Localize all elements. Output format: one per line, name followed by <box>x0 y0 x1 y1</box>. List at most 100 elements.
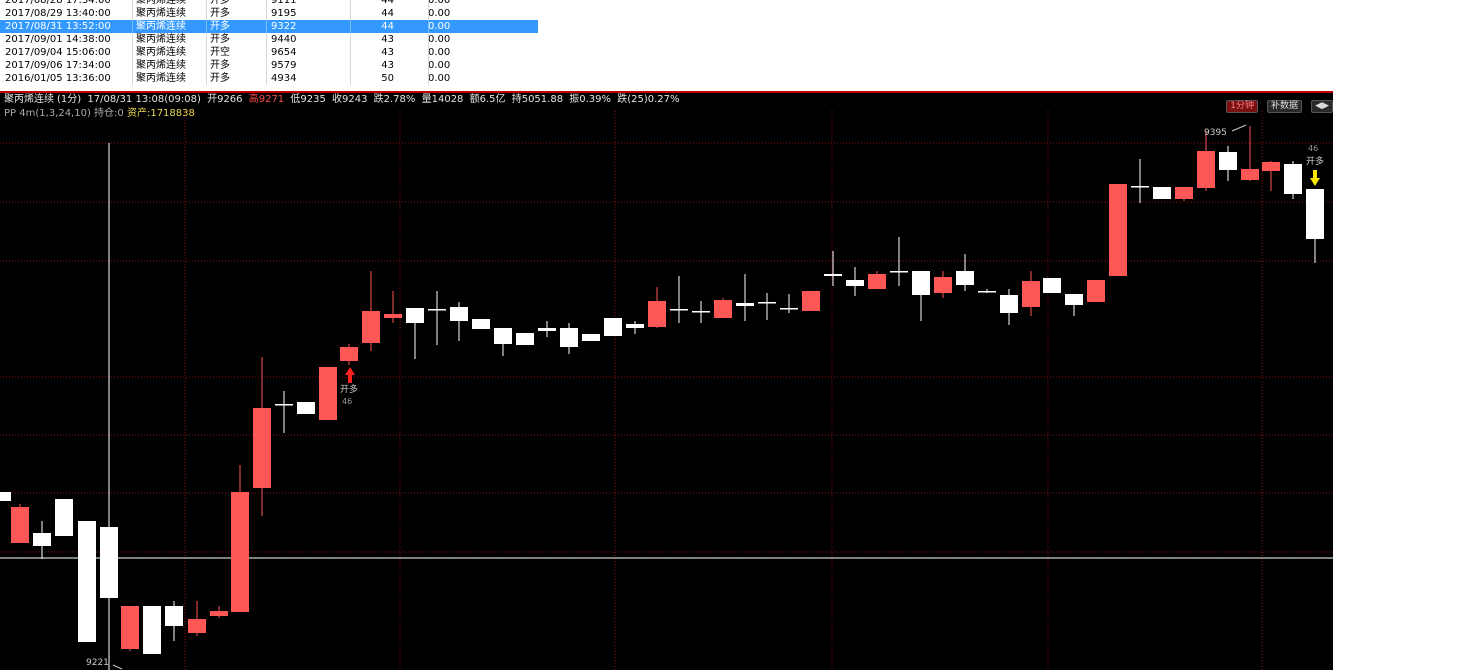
candle-up <box>648 301 666 327</box>
trade-cell-price: 4934 <box>271 73 297 84</box>
quote-info-bar: 聚丙烯连续 (1分) 17/08/31 13:08(09:08) 开9266 高9… <box>4 94 683 106</box>
column-separator <box>206 0 207 7</box>
volume: 量14028 <box>421 94 464 105</box>
column-separator <box>206 59 207 72</box>
trade-cell-fee: 0.00 <box>428 73 451 84</box>
candlestick-plot <box>0 111 1333 670</box>
datetime-label: 17/08/31 13:08(09:08) <box>87 94 201 105</box>
candle-up <box>802 291 820 311</box>
column-separator <box>266 20 267 33</box>
blank-area <box>1333 91 1458 670</box>
candle-down <box>450 307 468 321</box>
candle-up <box>319 367 337 420</box>
trade-cell-fee: 0.00 <box>428 60 451 71</box>
candle-down <box>275 404 293 406</box>
candle-down <box>824 274 842 276</box>
trade-row[interactable]: 2017/08/28 17:34:00 聚丙烯连续 开多 9111 44 0.00 <box>0 0 538 7</box>
column-separator <box>132 59 133 72</box>
candle-down <box>428 309 446 311</box>
symbol-name: 聚丙烯连续 <box>4 94 54 105</box>
column-separator <box>266 7 267 20</box>
candle-up <box>362 311 380 343</box>
candle-down <box>846 280 864 286</box>
column-separator <box>266 46 267 59</box>
trade-cell-fee: 0.00 <box>428 0 451 6</box>
yellow-down-arrow-icon <box>1310 170 1320 186</box>
column-separator <box>428 33 429 46</box>
column-separator <box>428 72 429 85</box>
candle-down <box>1065 294 1083 305</box>
candle-down <box>55 499 73 536</box>
trade-history-table: 2017/08/28 17:34:00 聚丙烯连续 开多 9111 44 0.00 2017… <box>0 0 538 91</box>
trade-cell-action: 开空 <box>210 47 230 58</box>
column-separator <box>350 59 351 72</box>
trade-cell-action: 开多 <box>210 34 230 45</box>
trade-row[interactable]: 2016/01/05 13:36:00 聚丙烯连续 开多 4934 50 0.00 <box>0 72 538 85</box>
period-button[interactable]: 1分钟 <box>1226 100 1258 113</box>
column-separator <box>132 33 133 46</box>
trade-cell-fee: 0.00 <box>428 34 451 45</box>
candle-up <box>1241 169 1259 180</box>
strategy-name: PP 4m(1,3,24,10) <box>4 108 91 119</box>
strategy-info-bar: PP 4m(1,3,24,10) 持仓:0 资产:1718838 <box>4 108 195 120</box>
trade-cell-qty: 50 <box>381 73 394 84</box>
trade-row[interactable]: 2017/08/31 13:52:00 聚丙烯连续 开多 9322 44 0.00 <box>0 20 538 33</box>
candle-down <box>0 492 11 501</box>
candle-up <box>1262 162 1280 171</box>
close-price: 收9243 <box>332 94 368 105</box>
candle-up <box>714 300 732 318</box>
candle-up <box>1109 184 1127 276</box>
candle-up <box>384 314 402 318</box>
candle-up <box>11 507 29 543</box>
trade-row[interactable]: 2017/09/04 15:06:00 聚丙烯连续 开空 9654 43 0.00 <box>0 46 538 59</box>
signal-qty-label: 46 <box>1308 144 1319 153</box>
red-up-arrow-icon <box>345 367 355 383</box>
candle-down <box>297 402 315 414</box>
chart-toolbar: 1分钟 补数据 ◀▶ <box>1222 93 1333 113</box>
trade-cell-action: 开多 <box>210 73 230 84</box>
period-label: (1分) <box>57 94 82 105</box>
trade-cell-action: 开多 <box>210 0 230 6</box>
trade-cell-price: 9440 <box>271 34 297 45</box>
candle-down <box>890 271 908 273</box>
column-separator <box>266 0 267 7</box>
trade-cell-time: 2017/08/29 13:40:00 <box>5 8 111 19</box>
amount: 额6.5亿 <box>469 94 506 105</box>
trade-cell-action: 开多 <box>210 21 230 32</box>
candle-up <box>210 611 228 616</box>
high-label-leader <box>1231 124 1247 132</box>
change-percent: 跌2.78% <box>373 94 416 105</box>
column-separator <box>132 46 133 59</box>
trade-cell-qty: 44 <box>381 21 394 32</box>
candle-up <box>231 492 249 612</box>
column-separator <box>266 59 267 72</box>
trade-cell-qty: 44 <box>381 8 394 19</box>
column-separator <box>428 20 429 33</box>
trade-cell-price: 9322 <box>271 21 297 32</box>
trade-cell-contract: 聚丙烯连续 <box>136 21 186 32</box>
column-separator <box>206 33 207 46</box>
signal-qty-label: 46 <box>342 397 353 406</box>
column-separator <box>206 7 207 20</box>
column-separator <box>350 46 351 59</box>
trade-row[interactable]: 2017/09/01 14:38:00 聚丙烯连续 开多 9440 43 0.00 <box>0 33 538 46</box>
candle-down <box>494 328 512 344</box>
candle-up <box>121 606 139 649</box>
candle-down <box>1306 189 1324 239</box>
fill-data-button[interactable]: 补数据 <box>1267 100 1303 113</box>
candle-down <box>912 271 930 295</box>
trade-row[interactable]: 2017/09/06 17:34:00 聚丙烯连续 开多 9579 43 0.00 <box>0 59 538 72</box>
candle-down <box>1219 152 1237 170</box>
candle-up <box>934 277 952 293</box>
trade-cell-contract: 聚丙烯连续 <box>136 60 186 71</box>
candle-up <box>1197 151 1215 188</box>
candle-down <box>143 606 161 654</box>
candlestick-chart[interactable]: 聚丙烯连续 (1分) 17/08/31 13:08(09:08) 开9266 高9… <box>0 91 1333 670</box>
candle-up <box>188 619 206 633</box>
trade-row[interactable]: 2017/08/29 13:40:00 聚丙烯连续 开多 9195 44 0.00 <box>0 7 538 20</box>
trade-cell-qty: 44 <box>381 0 394 6</box>
scroll-arrows-button[interactable]: ◀▶ <box>1311 100 1333 113</box>
signal-label-open-long: 开多 <box>1306 157 1325 167</box>
candle-down <box>1000 295 1018 313</box>
assets-label: 资产:1718838 <box>126 108 195 119</box>
